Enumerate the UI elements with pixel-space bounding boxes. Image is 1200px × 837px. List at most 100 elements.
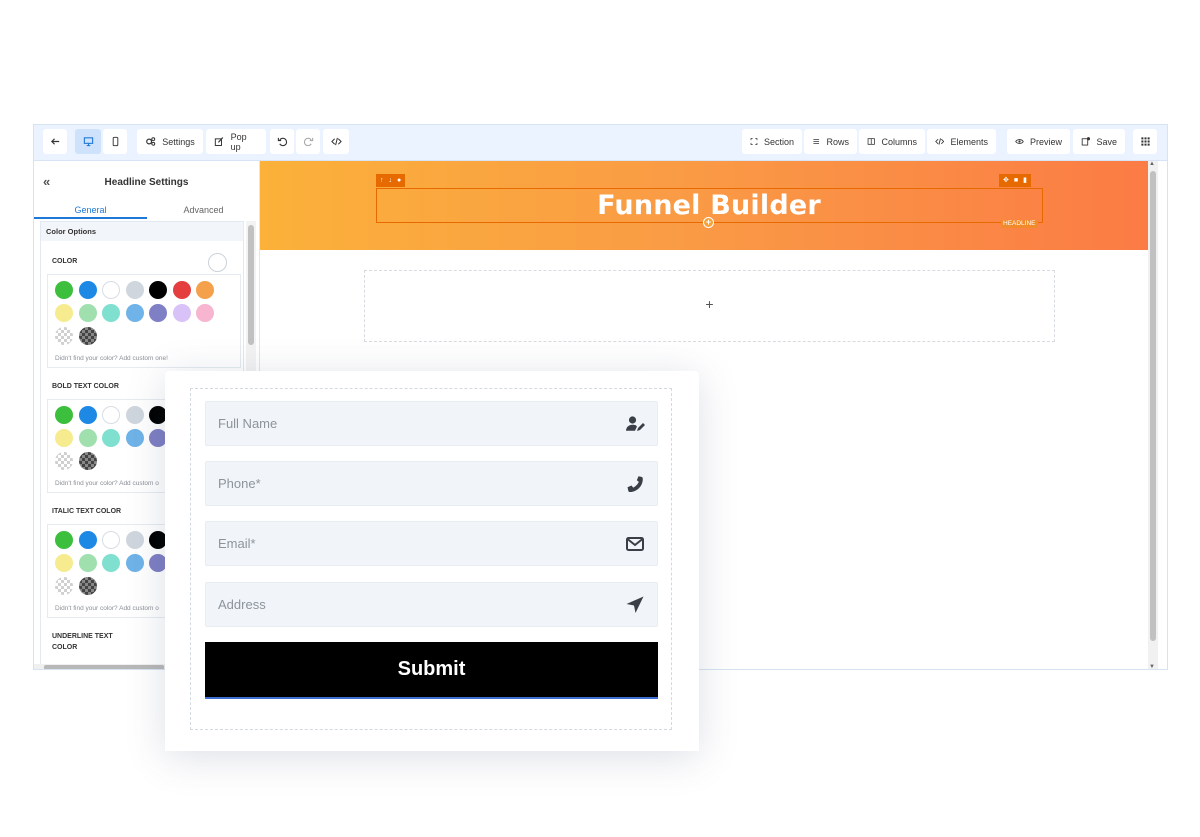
preview-button[interactable]: Preview bbox=[1007, 129, 1070, 154]
custom-color-hint[interactable]: Didn't find your color? Add custom o bbox=[55, 605, 159, 612]
move-down-icon[interactable]: ↓ bbox=[389, 174, 393, 187]
clear-color-button[interactable] bbox=[208, 253, 227, 272]
color-swatch[interactable] bbox=[55, 327, 73, 345]
stage: Settings Pop up Section Rows Columns Ele… bbox=[0, 0, 1200, 837]
color-swatch[interactable] bbox=[55, 452, 73, 470]
expand-icon bbox=[750, 138, 758, 145]
elements-button[interactable]: Elements bbox=[927, 129, 996, 154]
scroll-down-arrow-icon[interactable]: ▼ bbox=[1149, 664, 1155, 669]
color-swatch[interactable] bbox=[78, 327, 97, 345]
color-swatch[interactable] bbox=[196, 281, 214, 299]
desktop-view-button[interactable] bbox=[75, 129, 101, 154]
color-swatch[interactable] bbox=[125, 429, 144, 447]
color-swatch[interactable] bbox=[55, 577, 73, 595]
color-swatch[interactable] bbox=[172, 304, 191, 322]
tab-advanced[interactable]: Advanced bbox=[147, 203, 260, 219]
color-swatch[interactable] bbox=[78, 281, 97, 299]
color-swatch[interactable] bbox=[125, 281, 144, 299]
scrollbar-thumb[interactable] bbox=[248, 225, 254, 345]
code-button[interactable] bbox=[323, 129, 349, 154]
color-swatch[interactable] bbox=[102, 429, 120, 447]
save-button[interactable]: Save bbox=[1073, 129, 1125, 154]
phone-field[interactable]: Phone* bbox=[205, 461, 658, 506]
popup-button[interactable]: Pop up bbox=[206, 129, 266, 154]
columns-button[interactable]: Columns bbox=[859, 129, 925, 154]
color-swatch[interactable] bbox=[78, 531, 97, 549]
settings-button[interactable]: Settings bbox=[137, 129, 203, 154]
color-swatch[interactable] bbox=[78, 452, 97, 470]
color-swatch[interactable] bbox=[55, 554, 73, 572]
scroll-up-arrow-icon[interactable]: ▲ bbox=[1149, 161, 1155, 167]
back-button[interactable] bbox=[43, 129, 67, 154]
rows-label: Rows bbox=[826, 136, 849, 147]
duplicate-icon[interactable]: ■ bbox=[1014, 174, 1018, 187]
section-button[interactable]: Section bbox=[742, 129, 802, 154]
address-field[interactable]: Address bbox=[205, 582, 658, 627]
color-swatch[interactable] bbox=[125, 554, 144, 572]
color-swatch[interactable] bbox=[149, 304, 167, 322]
delete-icon[interactable]: ▮ bbox=[1023, 174, 1027, 187]
color-swatch[interactable] bbox=[55, 304, 73, 322]
color-swatch[interactable] bbox=[78, 429, 97, 447]
scrollbar-thumb[interactable] bbox=[1150, 171, 1156, 641]
collapse-panel-icon[interactable]: « bbox=[43, 174, 50, 189]
color-swatch[interactable] bbox=[196, 304, 214, 322]
phone-placeholder: Phone* bbox=[218, 476, 261, 491]
phone-icon bbox=[627, 476, 643, 492]
color-swatch[interactable] bbox=[55, 531, 73, 549]
color-swatch[interactable] bbox=[55, 406, 73, 424]
color-swatch[interactable] bbox=[125, 304, 144, 322]
edit-icon bbox=[214, 137, 224, 146]
rows-button[interactable]: Rows bbox=[804, 129, 857, 154]
color-swatch[interactable] bbox=[78, 406, 97, 424]
color-swatch[interactable] bbox=[102, 304, 120, 322]
add-section-plus-icon[interactable]: + bbox=[365, 296, 1054, 312]
grid-icon bbox=[1140, 137, 1150, 146]
settings-label: Settings bbox=[162, 136, 195, 147]
color-swatch[interactable] bbox=[55, 281, 73, 299]
empty-section-dropzone[interactable]: + bbox=[364, 270, 1055, 342]
email-field[interactable]: Email* bbox=[205, 521, 658, 566]
envelope-icon bbox=[626, 537, 644, 551]
popup-label: Pop up bbox=[230, 131, 247, 152]
save-label: Save bbox=[1096, 136, 1117, 147]
color-swatch[interactable] bbox=[102, 531, 120, 549]
panel-header: « Headline Settings bbox=[34, 161, 259, 203]
color-swatch[interactable] bbox=[102, 281, 120, 299]
address-placeholder: Address bbox=[218, 597, 266, 612]
desktop-icon bbox=[83, 137, 93, 147]
drag-icon[interactable]: ✥ bbox=[1003, 174, 1009, 187]
submit-button[interactable]: Submit bbox=[205, 642, 658, 699]
color-swatch[interactable] bbox=[102, 554, 120, 572]
columns-icon bbox=[867, 138, 875, 145]
move-up-icon[interactable]: ↑ bbox=[380, 174, 384, 187]
color-label: COLOR bbox=[52, 258, 78, 265]
redo-icon bbox=[303, 137, 313, 147]
add-element-button[interactable]: + bbox=[703, 217, 714, 228]
tab-general[interactable]: General bbox=[34, 203, 147, 219]
element-settings-icon[interactable]: ● bbox=[397, 174, 401, 187]
undo-button[interactable] bbox=[270, 129, 294, 154]
color-swatch[interactable] bbox=[78, 577, 97, 595]
apps-menu-button[interactable] bbox=[1133, 129, 1157, 154]
color-swatch[interactable] bbox=[125, 406, 144, 424]
bold-text-color-label: BOLD TEXT COLOR bbox=[52, 383, 119, 390]
contact-form-card: Full Name Phone* Email* Address Submit bbox=[165, 371, 699, 751]
custom-color-hint[interactable]: Didn't find your color? Add custom one! bbox=[55, 355, 168, 362]
custom-color-hint[interactable]: Didn't find your color? Add custom o bbox=[55, 480, 159, 487]
color-swatch[interactable] bbox=[125, 531, 144, 549]
email-placeholder: Email* bbox=[218, 536, 256, 551]
canvas-scrollbar[interactable]: ▲ ▼ bbox=[1148, 161, 1158, 669]
color-swatch[interactable] bbox=[55, 429, 73, 447]
headline-section[interactable]: ↑ ↓ ● ✥ ■ ▮ Funnel Builder HEADLINE + bbox=[260, 161, 1158, 250]
color-swatch[interactable] bbox=[172, 281, 191, 299]
redo-button[interactable] bbox=[296, 129, 320, 154]
color-palette: Didn't find your color? Add custom one! bbox=[47, 274, 241, 368]
color-swatch[interactable] bbox=[149, 281, 167, 299]
color-swatch[interactable] bbox=[78, 304, 97, 322]
mobile-view-button[interactable] bbox=[103, 129, 127, 154]
color-swatch[interactable] bbox=[102, 406, 120, 424]
full-name-field[interactable]: Full Name bbox=[205, 401, 658, 446]
scrollbar-thumb[interactable] bbox=[44, 665, 164, 669]
color-swatch[interactable] bbox=[78, 554, 97, 572]
